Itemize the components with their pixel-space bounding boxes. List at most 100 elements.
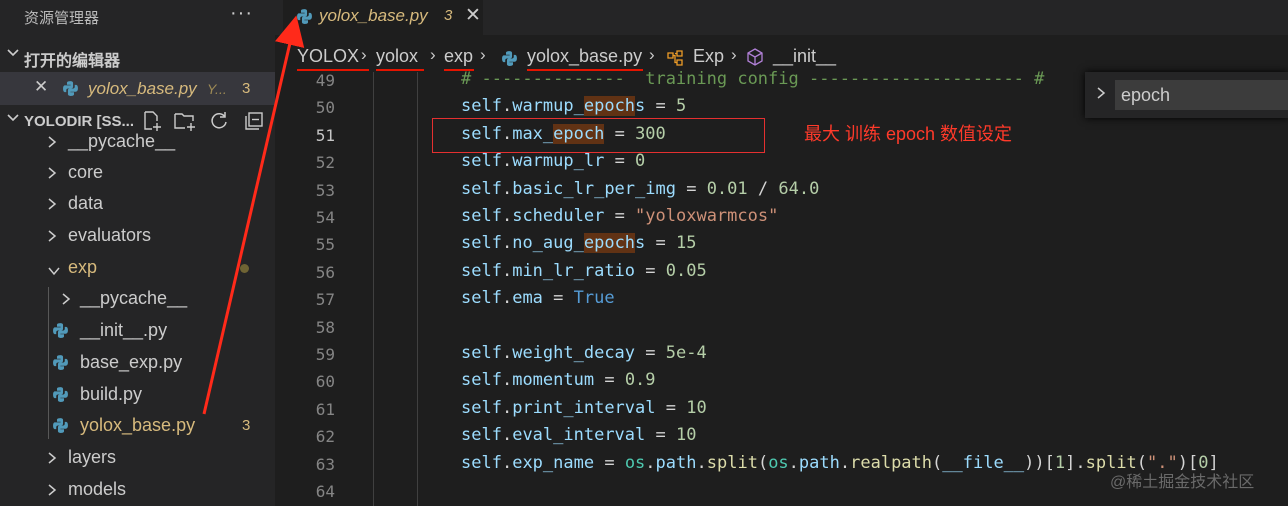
explorer-header: 资源管理器 ···	[0, 0, 275, 34]
chevron-right-icon: ›	[649, 45, 655, 64]
open-editor-path-hint: Y...	[207, 81, 227, 97]
chevron-right-icon: ›	[480, 45, 486, 64]
code-line: self.scheduler = "yoloxwarmcos"	[461, 206, 779, 226]
tree-folder[interactable]: __pycache__	[0, 284, 275, 314]
chevron-right-icon: ›	[361, 45, 367, 64]
tree-item-label: models	[68, 479, 127, 499]
tree-file[interactable]: __init__.py	[0, 316, 275, 346]
tab-yolox-base[interactable]: yolox_base.py 3 ✕	[283, 0, 483, 35]
python-file-icon	[62, 80, 79, 97]
indent-guide	[48, 287, 49, 439]
find-input[interactable]	[1115, 80, 1288, 110]
chevron-right-icon	[46, 165, 58, 186]
editor-area: yolox_base.py 3 ✕ YOLOX › yolox › exp › …	[275, 0, 1288, 506]
annotation-underline	[297, 69, 369, 71]
tree-item-label: data	[68, 193, 104, 213]
line-number: 54	[315, 208, 335, 227]
line-number: 57	[315, 290, 335, 309]
tree-item-label: base_exp.py	[80, 352, 183, 372]
line-number: 61	[315, 400, 335, 419]
code-line: self.warmup_epochs = 5	[461, 96, 687, 116]
method-symbol-icon	[746, 48, 764, 71]
breadcrumb-item[interactable]: exp	[444, 46, 473, 67]
line-number: 49	[315, 71, 335, 90]
python-file-icon	[52, 386, 69, 403]
code-line: self.eval_interval = 10	[461, 425, 697, 445]
tree-item-label: __init__.py	[80, 320, 168, 340]
tree-item-label: yolox_base.py	[80, 415, 196, 435]
explorer-sidebar: 资源管理器 ··· 打开的编辑器 ✕ yolox_base.py Y... 3 …	[0, 0, 275, 506]
tree-item-label: core	[68, 162, 104, 182]
code-line: # -------------- training config -------…	[461, 69, 1045, 89]
annotation-box	[432, 118, 765, 153]
find-widget	[1085, 72, 1288, 118]
code-line: self.momentum = 0.9	[461, 370, 656, 390]
annotation-text: 最大 训练 epoch 数值设定	[804, 124, 1013, 144]
tab-close-icon[interactable]: ✕	[465, 4, 481, 27]
tree-file[interactable]: yolox_base.py 3	[0, 411, 275, 441]
open-editors-label: 打开的编辑器	[24, 53, 121, 70]
chevron-down-icon	[6, 46, 20, 64]
code-line: self.print_interval = 10	[461, 398, 707, 418]
tree-item-label: build.py	[80, 384, 143, 404]
breadcrumb: YOLOX › yolox › exp › yolox_base.py › Ex…	[275, 42, 1288, 72]
code-line: self.min_lr_ratio = 0.05	[461, 261, 707, 281]
line-number: 64	[315, 482, 335, 501]
explorer-title: 资源管理器	[24, 10, 100, 27]
tree-folder[interactable]: __pycache__	[0, 127, 275, 157]
chevron-right-icon	[46, 228, 58, 249]
tree-folder[interactable]: exp	[0, 253, 275, 283]
code-line: self.exp_name = os.path.split(os.path.re…	[461, 453, 1219, 473]
chevron-down-icon	[46, 262, 62, 282]
code-line: self.ema = True	[461, 288, 615, 308]
tab-bar: yolox_base.py 3 ✕	[275, 0, 1288, 35]
breadcrumb-item[interactable]: __init__	[773, 46, 836, 67]
code-line: self.no_aug_epochs = 15	[461, 233, 697, 253]
chevron-right-icon[interactable]	[1095, 85, 1107, 106]
chevron-right-icon: ›	[731, 45, 737, 64]
line-number: 56	[315, 263, 335, 282]
tree-file[interactable]: base_exp.py	[0, 348, 275, 378]
tree-folder[interactable]: models	[0, 475, 275, 505]
tree-folder[interactable]: data	[0, 189, 275, 219]
breadcrumb-item[interactable]: YOLOX	[297, 46, 359, 67]
open-editor-item[interactable]: ✕ yolox_base.py Y... 3	[0, 72, 275, 105]
problem-count-badge: 3	[242, 417, 251, 434]
tree-item-label: __pycache__	[68, 131, 176, 151]
tree-file[interactable]: build.py	[0, 380, 275, 410]
close-icon[interactable]: ✕	[34, 77, 48, 97]
tree-folder[interactable]: evaluators	[0, 221, 275, 251]
open-editors-section-header[interactable]: 打开的编辑器	[0, 42, 275, 72]
breadcrumb-item[interactable]: yolox	[376, 46, 418, 67]
tab-label: yolox_base.py	[319, 6, 428, 25]
line-number: 60	[315, 372, 335, 391]
indent-guide	[373, 72, 374, 506]
line-number: 63	[315, 455, 335, 474]
tab-problem-count: 3	[444, 7, 453, 24]
open-editor-filename: yolox_base.py	[88, 79, 197, 98]
problem-count-badge: 3	[242, 80, 251, 97]
line-number: 53	[315, 181, 335, 200]
modified-dot-icon	[240, 264, 249, 273]
code-line: self.basic_lr_per_img = 0.01 / 64.0	[461, 179, 820, 199]
python-file-icon	[52, 322, 69, 339]
tree-folder[interactable]: layers	[0, 443, 275, 473]
annotation-underline	[376, 69, 424, 71]
tree-folder[interactable]: core	[0, 158, 275, 188]
code-line: self.weight_decay = 5e-4	[461, 343, 707, 363]
breadcrumb-item[interactable]: yolox_base.py	[527, 46, 642, 67]
chevron-right-icon	[46, 134, 58, 155]
tree-item-label: __pycache__	[80, 288, 188, 308]
breadcrumb-item[interactable]: Exp	[693, 46, 724, 67]
line-number: 62	[315, 427, 335, 446]
watermark: @稀土掘金技术社区	[1110, 474, 1255, 491]
more-actions-icon[interactable]: ···	[230, 2, 253, 25]
python-file-icon	[52, 417, 69, 434]
annotation-underline	[527, 69, 643, 71]
python-file-icon	[296, 8, 313, 25]
line-number: 50	[315, 98, 335, 117]
tree-item-label: evaluators	[68, 225, 152, 245]
chevron-right-icon	[46, 450, 58, 471]
chevron-right-icon	[60, 291, 72, 312]
tree-item-label: layers	[68, 447, 117, 467]
